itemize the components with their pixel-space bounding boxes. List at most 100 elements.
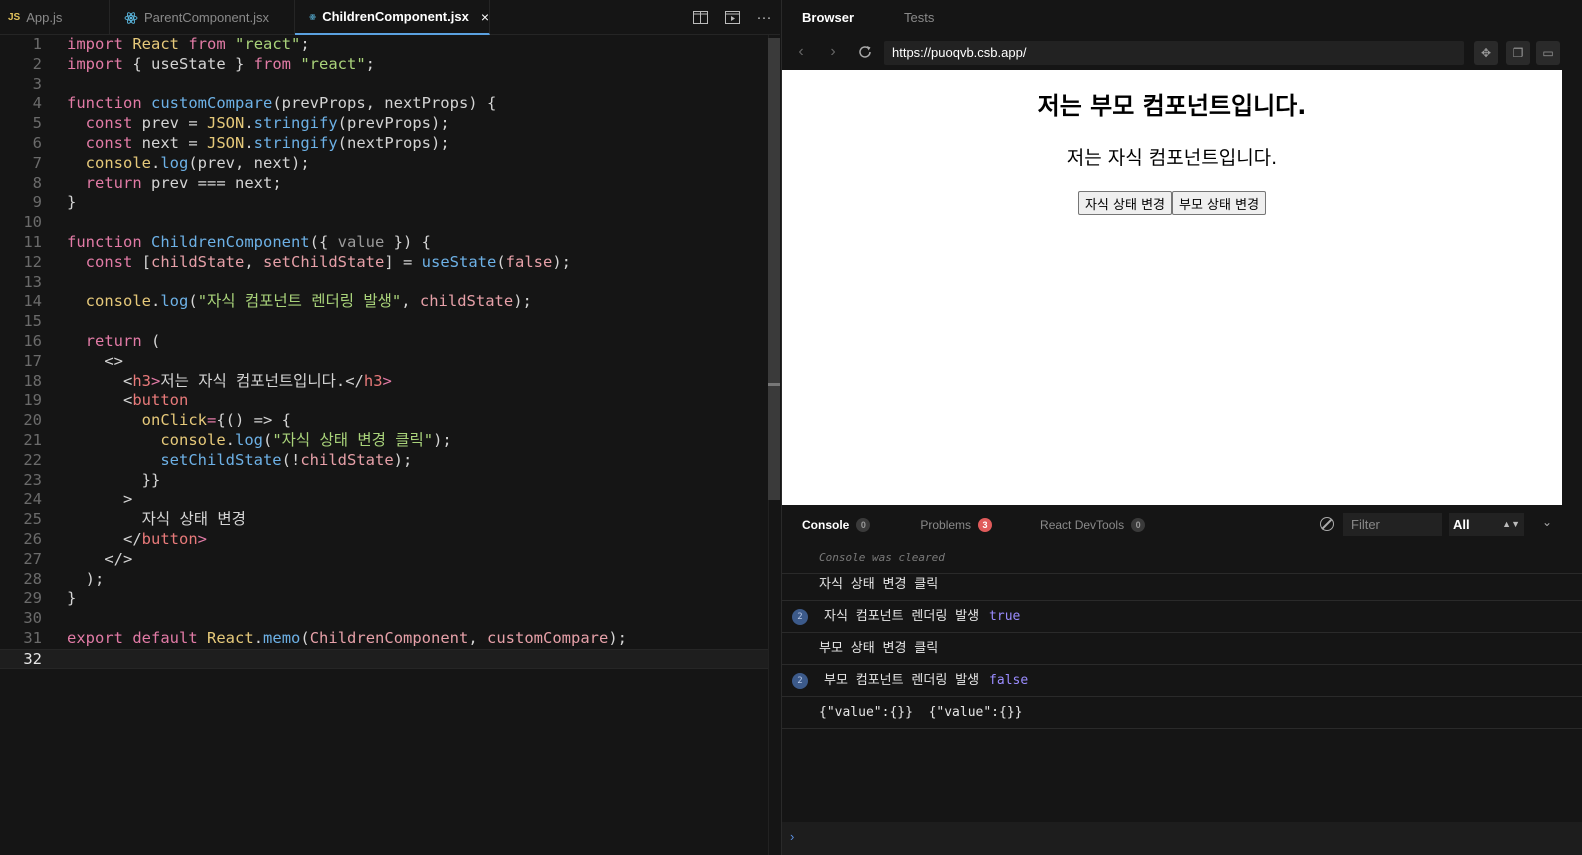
line-number: 28 [23,569,42,588]
line-number: 31 [23,629,42,647]
console-input[interactable]: › [782,822,1582,855]
code-text: </> [67,549,133,568]
code-line[interactable]: 1 import React from "react"; [0,35,780,55]
editor-scrollbar-thumb[interactable] [768,38,780,500]
forward-arrow-icon[interactable]: › [822,41,844,63]
code-line[interactable]: 12 const [childState, setChildState] = u… [0,253,780,273]
line-number: 14 [23,292,42,311]
tab-react-devtools[interactable]: React DevTools 0 [1040,518,1146,532]
code-text: const next = JSON.stringify(nextProps); [85,134,450,152]
devtools-toggle-icon[interactable]: ✥ [1474,41,1498,65]
line-number: 25 [23,510,42,529]
problems-count-badge: 3 [978,518,993,532]
console-filter-input[interactable] [1343,513,1442,536]
code-line[interactable]: 8 return prev === next; [0,174,780,194]
line-number: 32 [23,649,42,668]
code-line[interactable]: 23 }} [0,471,780,491]
more-actions-icon[interactable]: ··· [748,0,780,35]
code-line[interactable]: 5 const prev = JSON.stringify(prevProps)… [0,114,780,134]
code-editor[interactable]: JS App.js ParentComponent.jsx ChildrenCo… [0,0,780,855]
console-message: {"value":{}} {"value":{}} [819,705,1023,720]
chevron-down-icon[interactable]: ⌄ [1542,515,1552,529]
code-line[interactable]: 30 [0,609,780,629]
split-editor-icon[interactable] [684,0,716,35]
tab-parent-component[interactable]: ParentComponent.jsx [110,0,295,35]
code-line[interactable]: 11 function ChildrenComponent({ value }) … [0,233,780,253]
code-line[interactable]: 28 ); [0,570,780,590]
console-line: 2 부모 컴포넌트 렌더링 발생 false [782,665,1582,697]
code-line[interactable]: 13 [0,273,780,293]
code-line[interactable]: 10 [0,213,780,233]
code-line[interactable]: 32 [0,648,780,669]
button-group: 자식 상태 변경 부모 상태 변경 [782,191,1562,215]
react-file-icon [124,11,138,24]
select-arrows-icon: ▲▼ [1502,519,1520,529]
console-text: 부모 컴포넌트 렌더링 발생 [824,673,980,688]
code-line[interactable]: 9} [0,193,780,213]
code-line[interactable]: 16 return ( [0,332,780,352]
layout-toggle-icon[interactable]: ▭ [1536,41,1560,65]
back-arrow-icon[interactable]: ‹ [790,41,812,63]
tab-label: App.js [26,10,63,25]
code-line[interactable]: 24 > [0,490,780,510]
console-line: 2 자식 컴포넌트 렌더링 발생 true [782,601,1582,633]
code-text: import React from "react"; [67,35,310,53]
tab-label: ParentComponent.jsx [144,10,270,25]
code-line[interactable]: 4 function customCompare(prevProps, nextP… [0,94,780,114]
code-text: console.log("자식 상태 변경 클릭"); [160,431,452,449]
url-bar[interactable]: https://puoqvb.csb.app/ [884,41,1464,65]
code-line[interactable]: 31 export default React.memo(ChildrenComp… [0,629,780,649]
code-line[interactable]: 3 [0,75,780,95]
code-line[interactable]: 20 onClick={() => { [0,411,780,431]
parent-state-button[interactable]: 부모 상태 변경 [1172,191,1267,215]
reload-icon[interactable] [854,41,876,63]
line-number: 12 [23,252,42,271]
open-new-window-icon[interactable]: ❐ [1506,41,1530,65]
code-line[interactable]: 18 <h3>저는 자식 컴포넌트입니다.</h3> [0,372,780,392]
line-number: 20 [23,411,42,430]
tab-children-component[interactable]: ChildrenComponent.jsx × [295,0,490,35]
line-number: 5 [32,114,42,133]
line-number: 21 [23,431,42,449]
open-preview-icon[interactable] [716,0,748,35]
code-line[interactable]: 21 console.log("자식 상태 변경 클릭"); [0,431,780,451]
log-level-value: All [1453,517,1470,532]
code-line[interactable]: 22 setChildState(!childState); [0,451,780,471]
tab-app-js[interactable]: JS App.js [0,0,110,35]
code-text: <h3>저는 자식 컴포넌트입니다.</h3> [67,371,392,390]
code-line[interactable]: 2 import { useState } from "react"; [0,55,780,75]
code-line[interactable]: 14 console.log("자식 컴포넌트 렌더링 발생", childSt… [0,292,780,312]
code-text: setChildState(!childState); [160,450,413,469]
tab-console[interactable]: Console 0 [802,518,871,532]
code-line[interactable]: 17 <> [0,352,780,372]
code-line[interactable]: 25 자식 상태 변경 [0,510,780,530]
prompt-chevron-icon: › [790,829,795,844]
console-line: 자식 상태 변경 클릭 [782,569,1582,601]
tab-problems[interactable]: Problems 3 [920,518,993,532]
code-text: return ( [85,332,161,350]
console-message: 부모 상태 변경 클릭 [819,641,939,656]
line-number: 13 [23,272,42,291]
code-line[interactable]: 19 <button [0,391,780,411]
code-line[interactable]: 15 [0,312,780,332]
code-area[interactable]: 1 import React from "react"; 2 import { use… [0,35,780,855]
react-file-icon [309,13,316,20]
console-count-badge: 0 [856,518,871,532]
line-number: 17 [23,351,42,370]
tab-browser[interactable]: Browser [802,10,854,25]
child-state-button[interactable]: 자식 상태 변경 [1077,191,1172,215]
line-number: 3 [32,74,42,93]
code-text: export default React.memo(ChildrenCompon… [67,629,628,647]
close-icon[interactable]: × [481,9,489,25]
code-line[interactable]: 6 const next = JSON.stringify(nextProps)… [0,134,780,154]
line-number: 16 [23,332,42,350]
code-line[interactable]: 26 </button> [0,530,780,550]
log-level-select[interactable]: All ▲▼ [1449,513,1524,536]
tab-tests[interactable]: Tests [904,10,934,25]
console-value: true [989,609,1021,624]
clear-console-icon[interactable] [1320,517,1334,531]
code-line[interactable]: 29} [0,589,780,609]
code-line[interactable]: 27 </> [0,550,780,570]
js-file-icon: JS [8,12,21,23]
code-line[interactable]: 7 console.log(prev, next); [0,154,780,174]
